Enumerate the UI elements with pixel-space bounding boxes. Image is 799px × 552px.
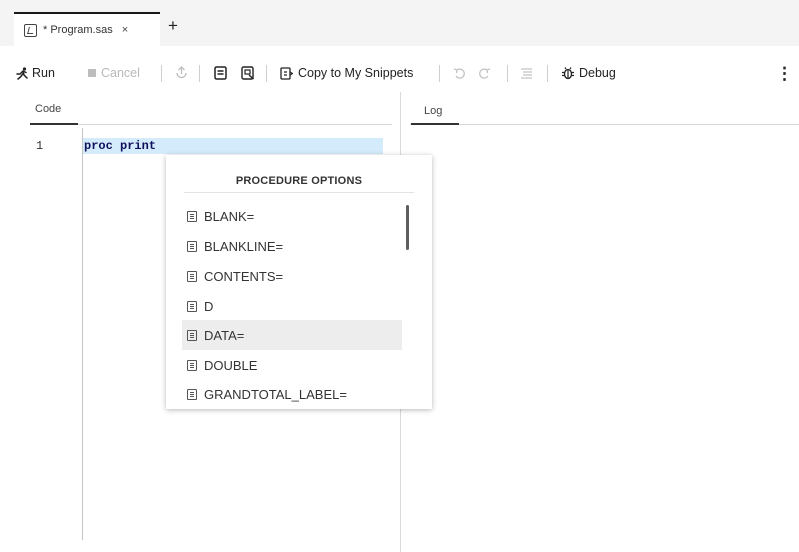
editor-gutter-divider [82,128,83,540]
option-icon [187,270,197,282]
tab-label: * Program.sas [43,24,113,36]
cancel-label: Cancel [101,66,140,80]
save-icon[interactable] [214,66,227,80]
undo-icon[interactable] [453,67,466,80]
code-panel-rule [30,124,392,125]
bug-icon [562,67,574,80]
option-label: CONTENTS= [204,268,284,284]
option-icon [187,329,197,341]
log-panel-tab[interactable]: Log [424,105,442,117]
code-tab-underline [30,123,78,125]
program-file-icon [24,23,37,37]
debug-button[interactable]: Debug [561,66,616,80]
option-item[interactable]: BLANK= [182,201,402,231]
option-label: BLANKLINE= [204,238,284,254]
toolbar-separator [547,64,548,82]
toolbar: Run Cancel Copy to My Snippets Debug ⋮ [0,58,799,88]
option-label: BLANK= [204,208,255,224]
cancel-button[interactable]: Cancel [88,66,140,80]
run-icon [16,66,28,80]
toolbar-separator [507,64,508,82]
option-item[interactable]: BLANKLINE= [182,231,402,261]
option-item-highlighted[interactable]: DATA= [182,320,402,350]
option-icon [187,388,197,400]
snippet-icon [280,66,293,80]
log-panel-rule [410,124,799,125]
log-tab-underline [411,123,459,125]
copy-to-snippets-label: Copy to My Snippets [298,66,414,80]
autocomplete-popup: PROCEDURE OPTIONS BLANK= BLANKLINE= CONT… [166,155,432,409]
copy-to-snippets-button[interactable]: Copy to My Snippets [280,66,413,80]
format-code-icon[interactable] [520,67,533,80]
code-panel-tab[interactable]: Code [35,103,61,115]
option-icon [187,240,197,252]
toolbar-separator [199,64,200,82]
popup-scrollbar-thumb[interactable] [406,205,409,250]
tab-program-sas[interactable]: * Program.sas × [14,12,160,46]
add-tab-button[interactable]: + [168,17,178,34]
option-item[interactable]: DOUBLE [182,350,402,380]
option-label: DOUBLE [204,357,258,373]
save-as-icon[interactable] [241,66,255,80]
stop-icon [88,69,96,77]
run-button[interactable]: Run [16,66,55,80]
toolbar-separator [161,64,162,82]
option-label: D [204,298,214,314]
run-label: Run [32,66,55,80]
toolbar-separator [439,64,440,82]
option-item[interactable]: CONTENTS= [182,261,402,291]
debug-label: Debug [579,66,616,80]
option-item[interactable]: D [182,291,402,321]
line-number: 1 [36,139,44,153]
more-options-icon[interactable]: ⋮ [776,65,793,82]
close-icon[interactable]: × [122,24,128,36]
submit-icon[interactable] [175,66,188,80]
option-label: GRANDTOTAL_LABEL= [204,386,347,402]
option-icon [187,210,197,222]
popup-divider [184,192,414,193]
option-icon [187,359,197,371]
code-line[interactable]: proc print [84,139,156,153]
toolbar-separator [266,64,267,82]
option-label: DATA= [204,327,245,343]
option-icon [187,300,197,312]
option-item[interactable]: GRANDTOTAL_LABEL= [182,379,402,409]
tab-strip: * Program.sas × + [0,0,799,46]
redo-icon[interactable] [478,67,491,80]
popup-header: PROCEDURE OPTIONS [235,175,363,187]
